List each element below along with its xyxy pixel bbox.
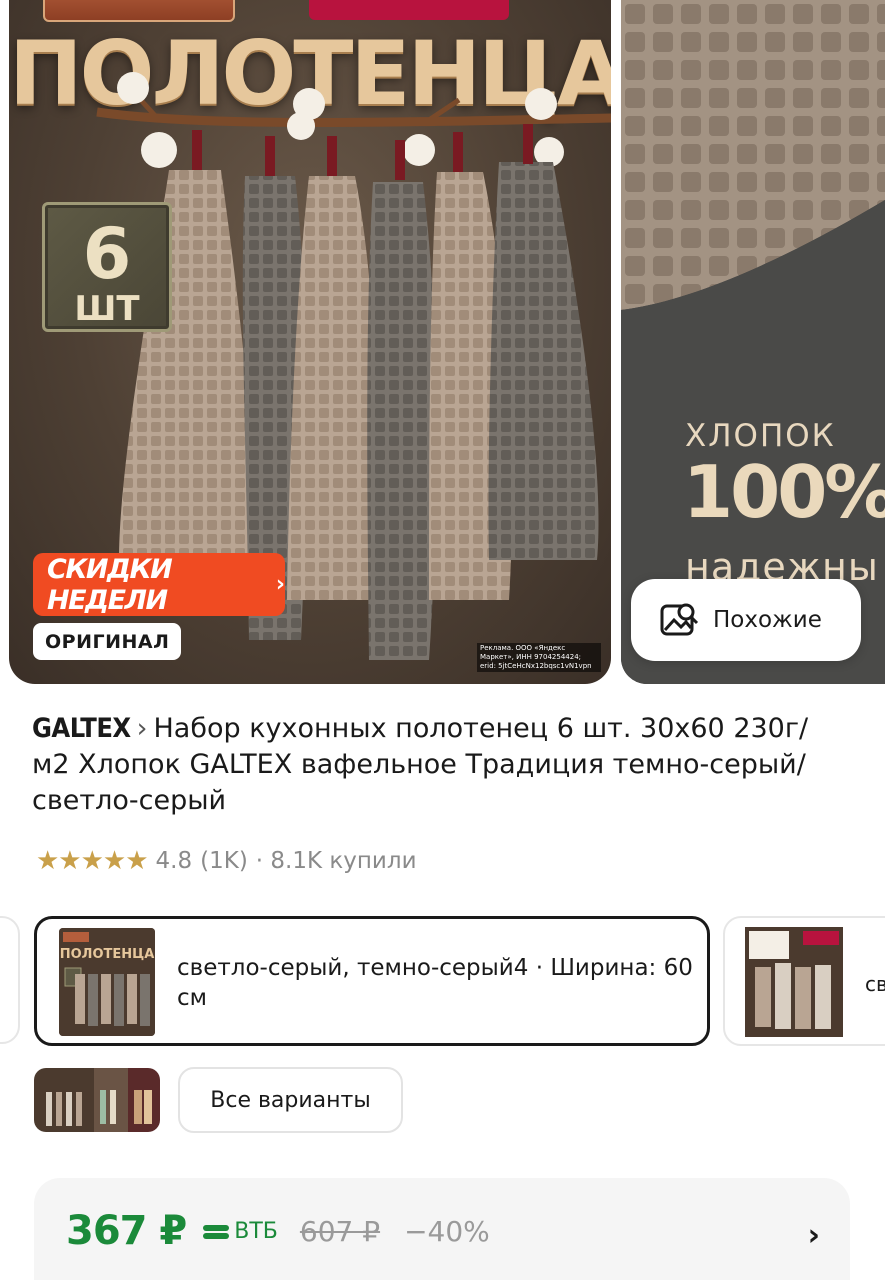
variant-label: светло-серый, темно-серый4 · Ширина: 60 … xyxy=(177,955,693,1011)
chevron-right-icon: › xyxy=(136,713,148,744)
chevron-right-icon: › xyxy=(275,572,285,597)
product-main-image[interactable]: ПОЛОТЕНЦА 6 ШТ СКИДКИ НЕДЕЛИ › ОРИГИНАЛ … xyxy=(9,0,611,684)
star-rating-icon: ★★★★★ xyxy=(36,846,149,876)
product-title: GALTEX › Набор кухонных полотенец 6 шт. 30… xyxy=(32,711,812,819)
rating-value: 4.8 xyxy=(155,848,193,874)
discount-percent: −40% xyxy=(404,1214,490,1248)
variant-label: св xyxy=(865,972,885,996)
current-price: 367 ₽ xyxy=(66,1208,187,1254)
quantity-badge: 6 ШТ xyxy=(42,202,172,332)
price-row: 367 ₽ ВТБ 607 ₽ −40% xyxy=(66,1208,490,1254)
product-title-text: Набор кухонных полотенец 6 шт. 30х60 230… xyxy=(32,713,809,816)
similar-label: Похожие xyxy=(713,607,822,633)
quantity-number: 6 xyxy=(82,213,132,295)
variant-thumbnail xyxy=(745,927,843,1037)
quantity-unit: ШТ xyxy=(74,289,140,329)
reviews-count: (1K) xyxy=(200,848,248,874)
brand-link[interactable]: GALTEX xyxy=(32,713,131,744)
original-badge: ОРИГИНАЛ xyxy=(33,623,182,660)
all-variants-button[interactable]: Все варианты xyxy=(178,1067,403,1133)
variant-thumbnail: ПОЛОТЕНЦА xyxy=(59,928,155,1036)
bank-name: ВТБ xyxy=(234,1218,278,1244)
rating-row[interactable]: ★★★★★ 4.8 (1K) · 8.1K купили xyxy=(36,846,425,876)
product-gallery[interactable]: ПОЛОТЕНЦА 6 ШТ СКИДКИ НЕДЕЛИ › ОРИГИНАЛ … xyxy=(0,0,885,690)
image-search-icon xyxy=(660,603,699,636)
bank-badge: ВТБ xyxy=(202,1219,278,1244)
old-price: 607 ₽ xyxy=(299,1214,381,1248)
chevron-right-icon[interactable]: › xyxy=(808,1218,820,1253)
card-icon xyxy=(203,1225,230,1239)
weekly-sale-banner[interactable]: СКИДКИ НЕДЕЛИ › xyxy=(33,553,285,616)
variant-card-prev[interactable] xyxy=(0,916,20,1044)
cotton-percent: 100% xyxy=(683,450,885,534)
svg-text:ПОЛОТЕНЦА: ПОЛОТЕНЦА xyxy=(60,947,155,962)
variant-thumbnails-stack[interactable] xyxy=(34,1068,160,1132)
cotton-label: ХЛОПОК xyxy=(685,418,836,454)
variant-card-next[interactable]: св xyxy=(723,916,885,1046)
ad-disclaimer: Реклама. ООО «Яндекс Маркет», ИНН 970425… xyxy=(477,643,601,672)
purchases-count: · 8.1K купили xyxy=(255,848,417,874)
sale-banner-label: СКИДКИ НЕДЕЛИ xyxy=(47,553,173,616)
price-card[interactable]: 367 ₽ ВТБ 607 ₽ −40% › xyxy=(34,1178,850,1280)
variant-card-selected[interactable]: ПОЛОТЕНЦА светло-серый, темно-серый4 · Ш… xyxy=(34,916,710,1046)
similar-button[interactable]: Похожие xyxy=(631,579,861,661)
